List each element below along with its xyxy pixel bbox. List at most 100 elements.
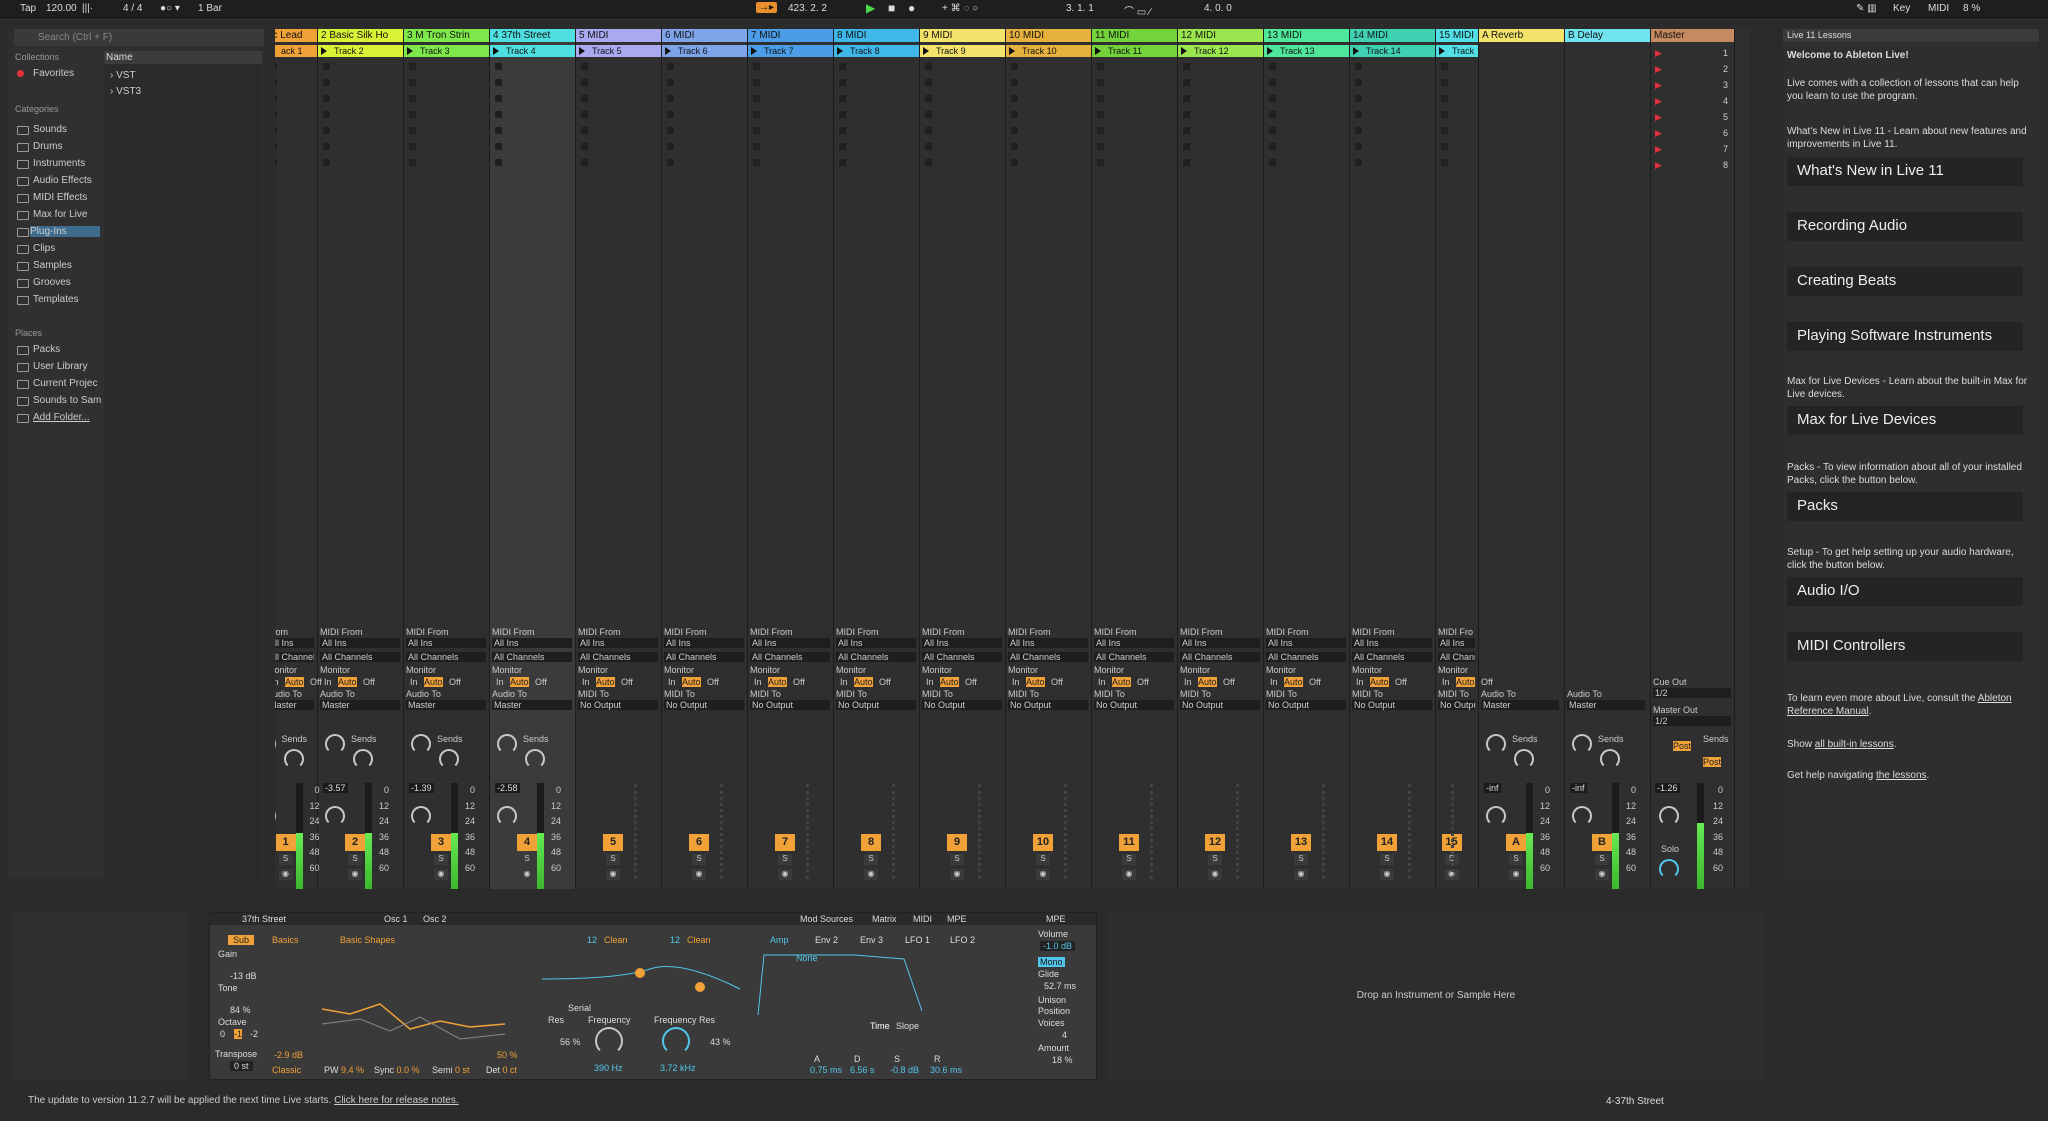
lesson-max-for-live-button[interactable]: Max for Live Devices <box>1787 406 2023 435</box>
solo-button[interactable]: S <box>434 854 448 865</box>
transpose-value[interactable]: 0 st <box>230 1061 253 1071</box>
monitor-off[interactable]: Off <box>707 677 719 687</box>
track-header[interactable]: 10 MIDI <box>1006 29 1091 42</box>
clip-slot-stop[interactable] <box>323 63 330 70</box>
pan-knob[interactable] <box>411 806 431 826</box>
overdub-icon[interactable]: + ⌘ ◌ ○ <box>942 3 978 14</box>
clip-slot-stop[interactable] <box>667 95 674 102</box>
place-item[interactable]: User Library <box>33 361 87 372</box>
monitor-auto[interactable]: Auto <box>1112 677 1131 687</box>
master-header[interactable]: Master <box>1651 29 1734 42</box>
category-samples[interactable]: Samples <box>33 260 72 271</box>
return-output[interactable]: Master <box>1481 700 1559 710</box>
arm-button[interactable]: ◉ <box>1509 869 1523 880</box>
output-select[interactable]: No Output <box>1180 700 1260 710</box>
clip-slot-stop[interactable] <box>1355 143 1362 150</box>
arm-button[interactable]: ◉ <box>1294 869 1308 880</box>
clip-slot-stop[interactable] <box>753 111 760 118</box>
input-select[interactable]: All Ins <box>836 638 916 648</box>
track-header[interactable]: 14 MIDI <box>1350 29 1435 42</box>
channel-select[interactable]: All Channels <box>1094 652 1174 662</box>
output-select[interactable]: No Output <box>836 700 916 710</box>
return-output[interactable]: Master <box>1567 700 1645 710</box>
clip-slot-stop[interactable] <box>667 143 674 150</box>
clip-slot-stop[interactable] <box>495 63 502 70</box>
follow-button[interactable]: →▸ <box>756 2 778 13</box>
clip-slot-stop[interactable] <box>1097 159 1104 166</box>
clip-slot-stop[interactable] <box>1441 79 1448 86</box>
scene-5[interactable]: 5 <box>1723 112 1728 122</box>
solo-button[interactable]: S <box>692 854 706 865</box>
track-activator-7[interactable]: 7 <box>775 834 795 851</box>
send-a-knob[interactable] <box>325 734 345 754</box>
detune-param[interactable]: Det 0 ct <box>486 1065 517 1075</box>
clip-slot-stop[interactable] <box>275 159 277 166</box>
env-tab-env-3[interactable]: Env 3 <box>860 935 883 945</box>
clip-slot-stop[interactable] <box>839 111 846 118</box>
clip-slot-stop[interactable] <box>839 159 846 166</box>
channel-select[interactable]: All Channels <box>275 652 314 662</box>
octave-0[interactable]: 0 <box>220 1029 225 1039</box>
track-activator-2[interactable]: 2 <box>345 834 365 851</box>
clip-slot-stop[interactable] <box>1355 79 1362 86</box>
output-select[interactable]: Master <box>406 700 486 710</box>
clip-slot-stop[interactable] <box>1441 111 1448 118</box>
monitor-auto[interactable]: Auto <box>510 677 529 687</box>
send-a-knob[interactable] <box>411 734 431 754</box>
clip-slot-stop[interactable] <box>1441 143 1448 150</box>
volume-value[interactable]: -2.58 <box>495 783 520 793</box>
sync-param[interactable]: Sync 0.0 % <box>374 1065 420 1075</box>
clip-slot-stop[interactable] <box>581 95 588 102</box>
track-activator-14[interactable]: 14 <box>1377 834 1397 851</box>
input-select[interactable]: All Ins <box>750 638 830 648</box>
clip-play-icon[interactable] <box>1353 47 1359 55</box>
clip[interactable]: Track 13 <box>1264 45 1349 57</box>
cue-volume-knob[interactable] <box>1659 859 1679 879</box>
monitor-auto[interactable]: Auto <box>596 677 615 687</box>
adsr-value-s[interactable]: -0.8 dB <box>890 1065 919 1075</box>
clip-play-icon[interactable] <box>751 47 757 55</box>
clip-slot-stop[interactable] <box>409 79 416 86</box>
solo-button[interactable]: S <box>520 854 534 865</box>
lesson-audio-io-button[interactable]: Audio I/O <box>1787 577 2023 606</box>
clip-slot-stop[interactable] <box>925 159 932 166</box>
solo-button[interactable]: S <box>1208 854 1222 865</box>
send-b-knob[interactable] <box>1514 749 1534 769</box>
track-header[interactable]: 9 MIDI <box>920 29 1005 42</box>
meter-field[interactable]: 4 / 4 <box>123 3 142 14</box>
input-select[interactable]: All Ins <box>664 638 744 648</box>
clip-slot-stop[interactable] <box>1441 159 1448 166</box>
send-b-knob[interactable] <box>1600 749 1620 769</box>
channel-select[interactable]: All Channels <box>1180 652 1260 662</box>
cue-out-select[interactable]: 1/2 <box>1653 688 1731 698</box>
monitor-off[interactable]: Off <box>1395 677 1407 687</box>
monitor-auto[interactable]: Auto <box>1370 677 1389 687</box>
monitor-in[interactable]: In <box>324 677 332 687</box>
track-header[interactable]: 11 MIDI <box>1092 29 1177 42</box>
clip-slot-stop[interactable] <box>1183 63 1190 70</box>
monitor-off[interactable]: Off <box>449 677 461 687</box>
filter1-clean[interactable]: Clean <box>604 935 628 945</box>
track-header[interactable]: A Reverb <box>1479 29 1564 42</box>
send-b-knob[interactable] <box>353 749 373 769</box>
clip[interactable]: Track <box>1436 45 1478 57</box>
clip-slot-stop[interactable] <box>1011 127 1018 134</box>
amount-value[interactable]: 18 % <box>1052 1055 1073 1065</box>
mono-toggle[interactable]: Mono <box>1038 957 1065 967</box>
env-tab-amp[interactable]: Amp <box>770 935 789 945</box>
place-item[interactable]: Sounds to Sam <box>33 395 101 406</box>
clip-slot-stop[interactable] <box>1441 127 1448 134</box>
monitor-auto[interactable]: Auto <box>768 677 787 687</box>
clip-play-icon[interactable] <box>665 47 671 55</box>
clip-slot-stop[interactable] <box>495 79 502 86</box>
input-select[interactable]: All Ins <box>1438 638 1475 648</box>
clip-slot-stop[interactable] <box>409 95 416 102</box>
master-pan-knob[interactable] <box>1659 806 1679 826</box>
monitor-auto[interactable]: Auto <box>682 677 701 687</box>
monitor-in[interactable]: In <box>1184 677 1192 687</box>
clip-slot-stop[interactable] <box>495 127 502 134</box>
clip-slot-stop[interactable] <box>1441 63 1448 70</box>
clip-slot-stop[interactable] <box>1097 79 1104 86</box>
solo-button[interactable]: S <box>606 854 620 865</box>
osc2-tab[interactable]: Osc 2 <box>423 914 447 924</box>
